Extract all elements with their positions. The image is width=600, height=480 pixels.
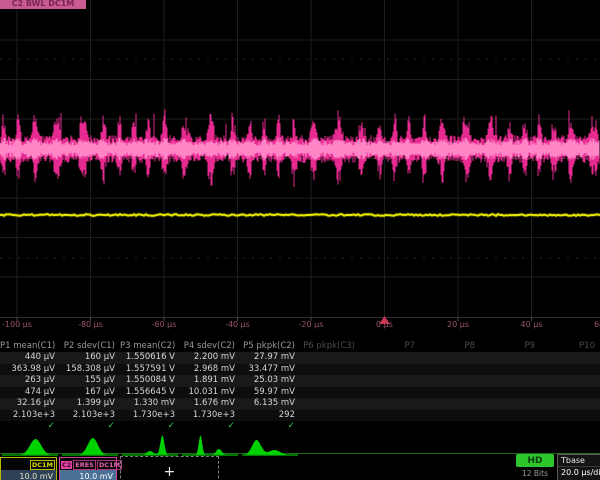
measure-header-P6[interactable]: P6 pkpk(C3) (300, 341, 355, 352)
trace-c1 (0, 214, 600, 216)
c2-channel-chip: C2 (61, 461, 72, 469)
measure-status-check-icon: ✓ (180, 421, 235, 431)
measure-value-P3: 1.730e+3 (120, 410, 175, 421)
measure-histogram-icon (182, 436, 238, 455)
timebase-label: Tbase (558, 455, 600, 467)
measure-value-P4: 1.730e+3 (180, 410, 235, 421)
timebase-value: 20.0 µs/div (558, 467, 600, 478)
measure-histogram-icon (122, 435, 178, 455)
time-axis-label: 0 µs (357, 320, 413, 329)
measure-value-P5: 6.135 mV (240, 398, 295, 409)
time-axis-label: -20 µs (283, 320, 339, 329)
c1-coupling-row: DC1M (1, 458, 56, 470)
measure-value-P2: 160 µV (60, 352, 115, 363)
measure-value-P2: 167 µV (60, 387, 115, 398)
measure-header-P4[interactable]: P4 sdev(C2) (180, 341, 235, 352)
time-axis-label: -40 µs (210, 320, 266, 329)
measure-status-check-icon: ✓ (240, 421, 295, 431)
time-axis: -100 µs -80 µs -60 µs -40 µs -20 µs 0 µs 20 µs… (0, 319, 600, 333)
hd-bits-label: 12 Bits (510, 469, 560, 478)
c2-coupling-chip: DC1M (97, 460, 122, 470)
time-axis-label: -60 µs (136, 320, 192, 329)
measure-header-P2[interactable]: P2 sdev(C1) (60, 341, 115, 352)
hd-mode-badge[interactable]: HD (516, 454, 554, 467)
oscilloscope-screen: C2 BWL DC1M -100 µs -80 µs -60 µs -40 µs -20… (0, 0, 600, 480)
measure-value-P3: 1.330 mV (120, 398, 175, 409)
measure-value-P3: 1.556645 V (120, 387, 175, 398)
add-trace-button[interactable]: + (120, 456, 219, 480)
measure-value-P3: 1.550616 V (120, 352, 175, 363)
measure-header-P9[interactable]: P9 (480, 341, 535, 352)
measure-value-P5: 59.97 mV (240, 387, 295, 398)
measure-value-P5: 292 (240, 410, 295, 421)
measure-header-P5[interactable]: P5 pkpk(C2) (240, 341, 295, 352)
measure-histogram-icon (62, 438, 118, 455)
measure-header-P10[interactable]: P10 (540, 341, 595, 352)
channel-descriptor-c2[interactable]: C2 ERES DC1M 10.0 mV (59, 457, 117, 480)
measure-value-P5: 27.97 mV (240, 352, 295, 363)
time-axis-label: -100 µs (0, 320, 45, 329)
measure-value-P3: 1.550084 V (120, 375, 175, 386)
measure-header-P8[interactable]: P8 (420, 341, 475, 352)
measure-histogram-icon (2, 439, 58, 455)
measure-value-P1: 32.16 µV (0, 398, 55, 409)
measure-value-P4: 2.968 mV (180, 364, 235, 375)
measurement-table: P1 mean(C1)440 µV363.98 µV263 µV474 µV32… (0, 341, 600, 436)
trace-annotation-badge[interactable]: C2 BWL DC1M (0, 0, 86, 9)
time-axis-label: -80 µs (63, 320, 119, 329)
measure-value-P1: 363.98 µV (0, 364, 55, 375)
time-axis-label: 60 µs (577, 320, 600, 329)
measure-value-P2: 158.308 µV (60, 364, 115, 375)
c2-coupling-row: C2 ERES DC1M (60, 458, 116, 470)
measure-header-P1[interactable]: P1 mean(C1) (0, 341, 55, 352)
hd-label: HD (527, 456, 542, 466)
measure-status-check-icon: ✓ (60, 421, 115, 431)
measure-value-P2: 2.103e+3 (60, 410, 115, 421)
timebase-descriptor[interactable]: Tbase 20.0 µs/div (557, 454, 600, 480)
measure-value-P4: 1.676 mV (180, 398, 235, 409)
measure-status-check-icon: ✓ (0, 421, 55, 431)
channel-descriptor-c1[interactable]: DC1M 10.0 mV (0, 457, 57, 480)
measure-value-P1: 440 µV (0, 352, 55, 363)
measure-status-check-icon: ✓ (120, 421, 175, 431)
time-axis-label: 20 µs (430, 320, 486, 329)
measure-value-P2: 155 µV (60, 375, 115, 386)
measure-value-P5: 33.477 mV (240, 364, 295, 375)
measure-value-P3: 1.557591 V (120, 364, 175, 375)
measure-header-P3[interactable]: P3 mean(C2) (120, 341, 175, 352)
measure-header-P7[interactable]: P7 (360, 341, 415, 352)
measure-value-P4: 2.200 mV (180, 352, 235, 363)
measure-value-P2: 1.399 µV (60, 398, 115, 409)
plus-icon: + (164, 464, 176, 480)
c1-coupling-chip: DC1M (30, 460, 55, 470)
time-axis-label: 40 µs (504, 320, 560, 329)
trace-annotation-label: C2 BWL DC1M (12, 0, 75, 8)
c2-eres-chip: ERES (73, 460, 96, 470)
measure-value-P5: 25.03 mV (240, 375, 295, 386)
measure-value-P4: 10.031 mV (180, 387, 235, 398)
measure-value-P4: 1.891 mV (180, 375, 235, 386)
measure-value-P1: 2.103e+3 (0, 410, 55, 421)
c2-scale-value: 10.0 mV (60, 470, 116, 480)
c1-scale-value: 10.0 mV (1, 470, 56, 480)
measure-value-P1: 263 µV (0, 375, 55, 386)
measure-histogram-icon (242, 440, 298, 455)
measure-value-P1: 474 µV (0, 387, 55, 398)
